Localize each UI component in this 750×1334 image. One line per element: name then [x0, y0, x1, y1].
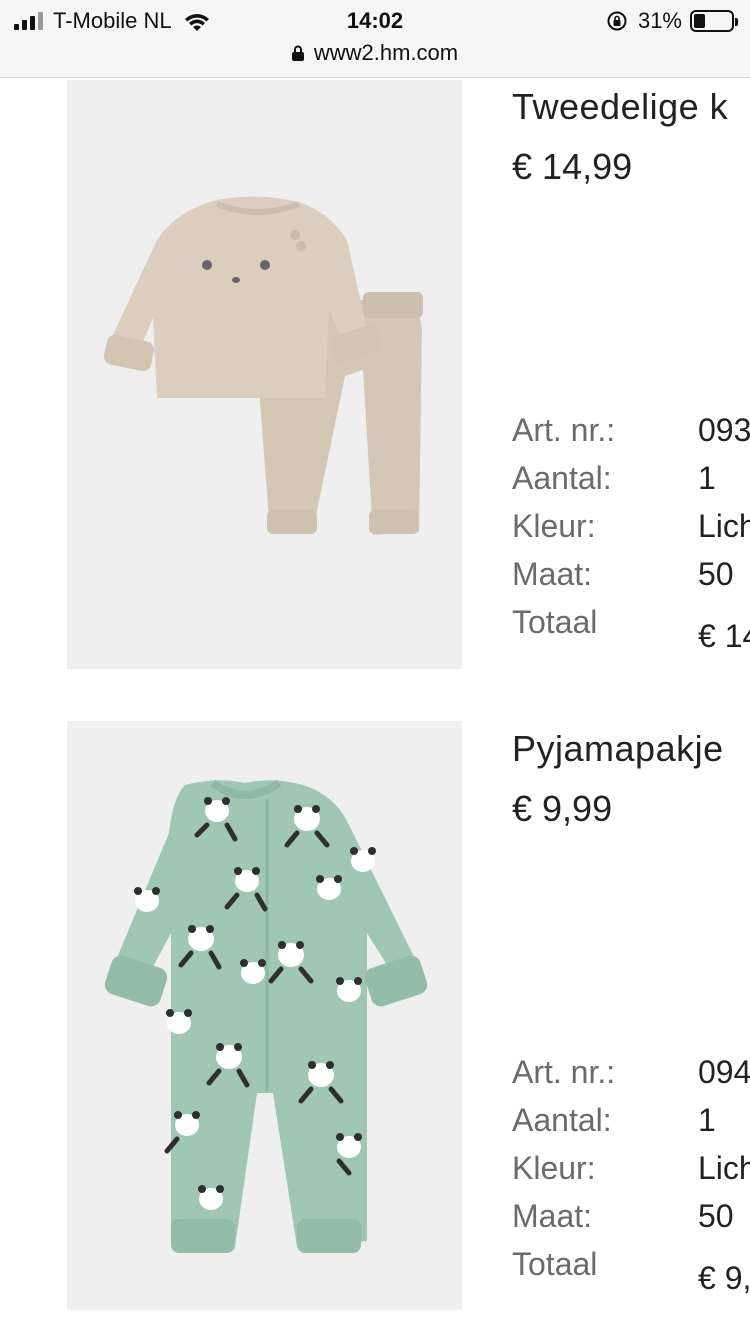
product-info: Tweedelige k € 14,99: [512, 86, 750, 188]
detail-value: 50: [698, 556, 734, 592]
detail-value: 50: [698, 1198, 734, 1234]
detail-label: Totaal: [512, 1246, 598, 1282]
rotation-lock-icon: [607, 11, 627, 31]
detail-label: Aantal:: [512, 460, 612, 496]
detail-value[interactable]: 1: [698, 1102, 716, 1139]
product-info: Pyjamapakje € 9,99: [512, 728, 750, 830]
beige-two-piece-set-image: [103, 196, 423, 535]
detail-value[interactable]: 1: [698, 460, 716, 497]
detail-value: Lich: [698, 1150, 750, 1186]
detail-label: Aantal:: [512, 1102, 612, 1138]
product-price: € 9,99: [512, 788, 613, 829]
address-bar[interactable]: www2.hm.com: [0, 40, 750, 66]
battery-percent: 31%: [637, 8, 682, 33]
detail-label: Kleur:: [512, 508, 596, 544]
status-right: 31%: [606, 8, 738, 34]
detail-value: 093: [698, 412, 750, 448]
detail-label: Totaal: [512, 604, 598, 640]
url-text: www2.hm.com: [313, 40, 459, 65]
detail-value: 094: [698, 1054, 750, 1090]
detail-value: € 9,: [698, 1260, 750, 1296]
detail-value: € 14: [698, 618, 750, 654]
detail-label: Maat:: [512, 556, 593, 592]
status-bar: T-Mobile NL 14:02 www2.hm.com 31%: [0, 0, 750, 78]
green-panda-pyjama-image: [104, 779, 428, 1253]
detail-value: Lich: [698, 508, 750, 544]
product-name[interactable]: Tweedelige k: [512, 86, 750, 128]
product-price: € 14,99: [512, 146, 633, 187]
product-image[interactable]: [67, 721, 462, 1310]
detail-label: Maat:: [512, 1198, 593, 1234]
product-name[interactable]: Pyjamapakje: [512, 728, 750, 770]
product-image[interactable]: [67, 80, 462, 669]
battery-icon: [690, 10, 738, 32]
detail-label: Art. nr.:: [512, 1054, 616, 1090]
detail-label: Art. nr.:: [512, 412, 616, 448]
detail-label: Kleur:: [512, 1150, 596, 1186]
lock-icon: [291, 45, 304, 61]
